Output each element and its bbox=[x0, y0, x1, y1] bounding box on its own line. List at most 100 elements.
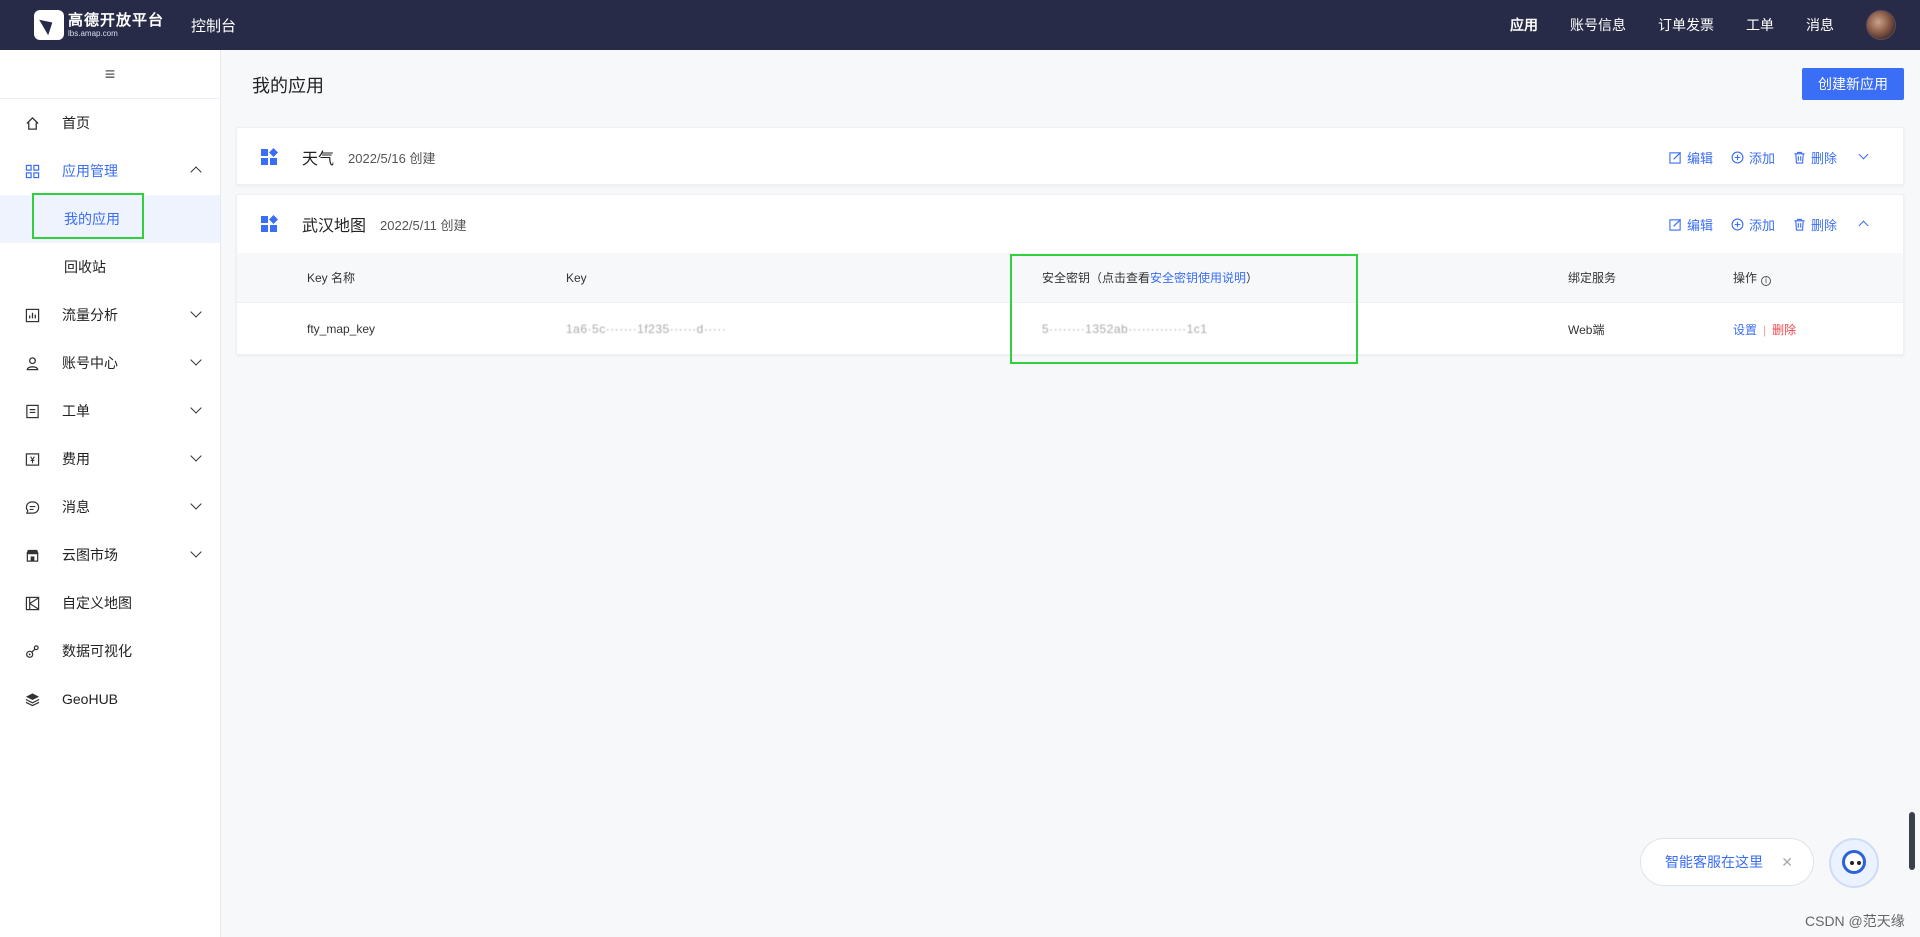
app-card-header: 武汉地图 2022/5/11 创建 编辑 添加 删除 bbox=[237, 195, 1903, 253]
top-navigation-bar: 高德开放平台 lbs.amap.com 控制台 应用 账号信息 订单发票 工单 … bbox=[0, 0, 1920, 50]
amap-logo-icon bbox=[34, 10, 64, 40]
ops-cell: 设置 | 删除 bbox=[1733, 322, 1797, 337]
col-service: 绑定服务 bbox=[1568, 271, 1617, 285]
chevron-down-icon bbox=[190, 450, 202, 462]
main-content: 我的应用 创建新应用 天气 2022/5/16 创建 编辑 添加 删除 武汉地图… bbox=[222, 50, 1920, 937]
trash-icon bbox=[1794, 218, 1805, 231]
sidebar-item-billing[interactable]: 费用 bbox=[0, 435, 220, 483]
table-row: fty_map_key 1a6·5c·······1f235······d···… bbox=[237, 303, 1903, 355]
app-created-date: 2022/5/16 创建 bbox=[348, 150, 436, 166]
app-card-header: 天气 2022/5/16 创建 编辑 添加 删除 bbox=[237, 128, 1903, 186]
sidebar-item-account-center[interactable]: 账号中心 bbox=[0, 339, 220, 387]
trash-icon bbox=[1794, 151, 1805, 164]
add-button[interactable]: 添加 bbox=[1731, 215, 1775, 234]
sidebar-item-label: 账号中心 bbox=[62, 355, 118, 371]
sidebar-item-label: GeoHUB bbox=[62, 691, 119, 707]
store-icon bbox=[24, 547, 40, 563]
chevron-down-icon bbox=[190, 306, 202, 318]
sidebar-item-label: 自定义地图 bbox=[62, 595, 132, 611]
user-icon bbox=[24, 355, 40, 371]
setting-link[interactable]: 设置 bbox=[1733, 323, 1757, 337]
sidebar-item-data-visualization[interactable]: 数据可视化 bbox=[0, 627, 220, 675]
nav-messages[interactable]: 消息 bbox=[1806, 15, 1834, 35]
chatbot-avatar-icon[interactable] bbox=[1829, 838, 1879, 888]
col-ops: 操作 i bbox=[1733, 269, 1772, 286]
app-icon bbox=[261, 214, 278, 233]
sidebar-item-app-management[interactable]: 应用管理 bbox=[0, 147, 220, 195]
sidebar-item-label: 数据可视化 bbox=[62, 643, 132, 659]
chevron-down-icon bbox=[190, 498, 202, 510]
info-icon[interactable]: i bbox=[1761, 276, 1772, 286]
nav-ticket[interactable]: 工单 bbox=[1746, 15, 1774, 35]
sidebar-item-custom-map[interactable]: 自定义地图 bbox=[0, 579, 220, 627]
chevron-down-icon bbox=[190, 354, 202, 366]
highlight-box bbox=[32, 193, 144, 239]
secret-usage-link[interactable]: 安全密钥使用说明 bbox=[1150, 271, 1246, 285]
menu-collapse-icon[interactable]: ≡ bbox=[0, 50, 220, 99]
app-actions: 编辑 添加 删除 bbox=[1651, 128, 1869, 186]
sidebar-item-label: 应用管理 bbox=[62, 163, 118, 179]
secret-value-cell: 5········1352ab·············1c1 bbox=[1042, 322, 1208, 336]
custom-map-icon bbox=[24, 595, 40, 611]
chevron-up-icon bbox=[190, 166, 202, 178]
sidebar-item-messages[interactable]: 消息 bbox=[0, 483, 220, 531]
table-header: Key 名称 Key 安全密钥（点击查看安全密钥使用说明） 绑定服务 操作 i bbox=[237, 253, 1903, 303]
smart-service-bubble[interactable]: 智能客服在这里 ✕ bbox=[1640, 838, 1814, 886]
delete-button[interactable]: 删除 bbox=[1793, 215, 1837, 234]
ticket-icon bbox=[24, 403, 40, 419]
watermark: CSDN @范天缘 bbox=[1805, 913, 1905, 929]
app-created-date: 2022/5/11 创建 bbox=[380, 217, 467, 233]
user-avatar[interactable] bbox=[1866, 10, 1896, 40]
console-title[interactable]: 控制台 bbox=[191, 15, 236, 36]
edit-button[interactable]: 编辑 bbox=[1669, 215, 1713, 234]
chevron-down-icon bbox=[190, 546, 202, 558]
sidebar-item-recycle-bin[interactable]: 回收站 bbox=[0, 243, 220, 291]
add-button[interactable]: 添加 bbox=[1731, 148, 1775, 167]
col-secret: 安全密钥（点击查看安全密钥使用说明） bbox=[1042, 271, 1259, 285]
chevron-down-icon bbox=[190, 402, 202, 414]
service-cell: Web端 bbox=[1568, 322, 1605, 337]
app-name: 武汉地图 bbox=[302, 218, 367, 235]
logo-text: 高德开放平台 bbox=[68, 11, 165, 29]
app-icon bbox=[261, 147, 278, 166]
key-table: Key 名称 Key 安全密钥（点击查看安全密钥使用说明） 绑定服务 操作 i f… bbox=[237, 253, 1903, 355]
top-nav: 应用 账号信息 订单发票 工单 消息 bbox=[1478, 10, 1920, 40]
sidebar-item-label: 工单 bbox=[62, 403, 90, 419]
sidebar-item-geohub[interactable]: GeoHUB bbox=[0, 675, 220, 723]
nav-apps[interactable]: 应用 bbox=[1510, 15, 1538, 35]
sidebar: ≡ 首页 应用管理 我的应用 回收站 流量分析 账号中心 工单 费用 消息 云图 bbox=[0, 50, 221, 937]
sidebar-item-label: 云图市场 bbox=[62, 547, 118, 563]
billing-icon bbox=[24, 451, 40, 467]
sidebar-item-label: 消息 bbox=[62, 499, 90, 515]
message-icon bbox=[24, 499, 40, 515]
smart-service-label: 智能客服在这里 bbox=[1665, 854, 1763, 870]
delete-button[interactable]: 删除 bbox=[1793, 148, 1837, 167]
expand-chevron-down-icon[interactable] bbox=[1859, 152, 1869, 162]
key-name-cell: fty_map_key bbox=[307, 322, 376, 336]
amap-logo[interactable]: 高德开放平台 lbs.amap.com bbox=[34, 10, 174, 40]
plus-circle-icon bbox=[1731, 151, 1744, 163]
grid-icon bbox=[24, 163, 40, 179]
chart-icon bbox=[24, 307, 40, 323]
scrollbar[interactable] bbox=[1909, 812, 1915, 870]
plus-circle-icon bbox=[1731, 218, 1744, 230]
logo-domain: lbs.amap.com bbox=[68, 28, 118, 38]
sidebar-item-home[interactable]: 首页 bbox=[0, 99, 220, 147]
delete-key-link[interactable]: 删除 bbox=[1772, 323, 1796, 337]
sidebar-item-label: 流量分析 bbox=[62, 307, 118, 323]
layers-icon bbox=[24, 691, 40, 707]
sidebar-item-label: 首页 bbox=[62, 115, 90, 131]
close-icon[interactable]: ✕ bbox=[1781, 854, 1793, 871]
nav-order-invoice[interactable]: 订单发票 bbox=[1658, 15, 1714, 35]
nav-account-info[interactable]: 账号信息 bbox=[1570, 15, 1626, 35]
sidebar-item-traffic-analysis[interactable]: 流量分析 bbox=[0, 291, 220, 339]
collapse-chevron-up-icon[interactable] bbox=[1859, 219, 1869, 229]
edit-button[interactable]: 编辑 bbox=[1669, 148, 1713, 167]
create-app-button[interactable]: 创建新应用 bbox=[1802, 68, 1904, 100]
sidebar-item-ticket[interactable]: 工单 bbox=[0, 387, 220, 435]
sidebar-item-cloud-market[interactable]: 云图市场 bbox=[0, 531, 220, 579]
col-key: Key bbox=[566, 270, 587, 285]
page-title: 我的应用 bbox=[252, 76, 324, 96]
key-value-cell: 1a6·5c·······1f235······d····· bbox=[566, 322, 727, 336]
home-icon bbox=[24, 115, 40, 131]
